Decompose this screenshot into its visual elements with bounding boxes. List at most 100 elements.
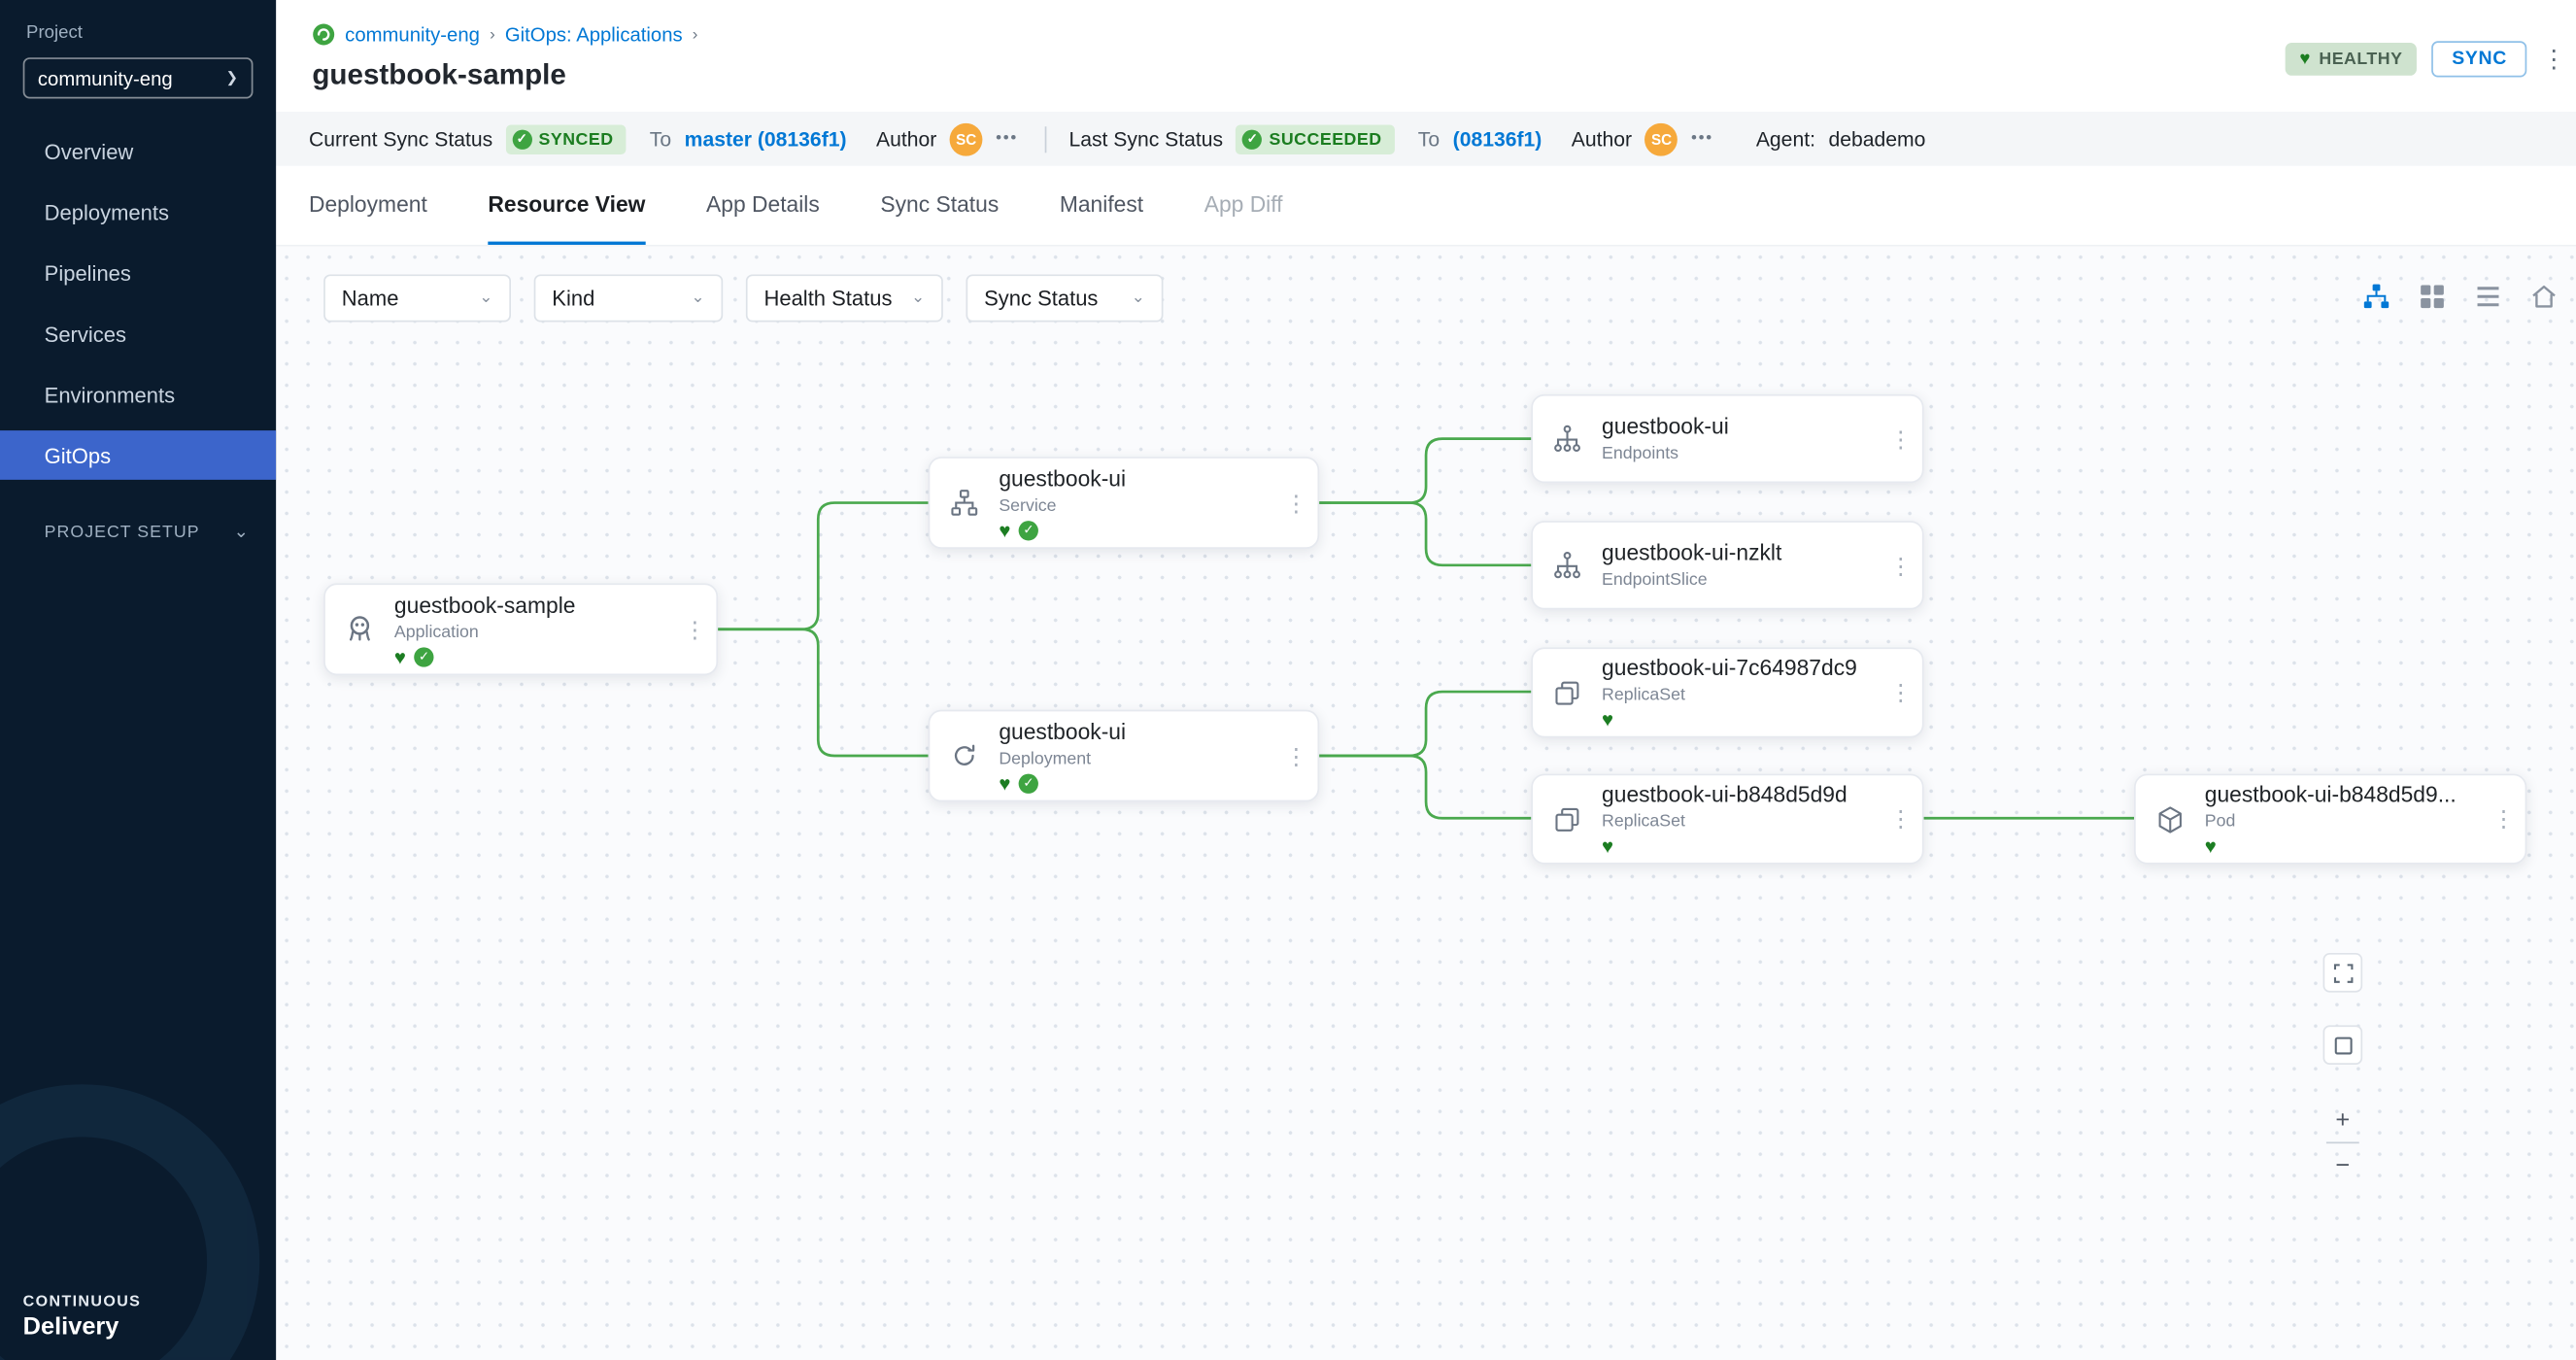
gitops-app-icon [312,23,335,47]
project-selector[interactable]: community-eng ❯ [23,57,254,98]
filter-health-status-dropdown[interactable]: Health Status ⌄ [746,274,943,322]
more-authors-dots[interactable]: ••• [1691,130,1713,149]
tab-resource-view[interactable]: Resource View [488,166,645,245]
filter-sync-status-dropdown[interactable]: Sync Status ⌄ [966,274,1164,322]
pod-icon [2136,804,2205,833]
health-status-label: HEALTHY [2319,50,2402,69]
resource-name: guestbook-ui-7c64987dc9 [1602,656,1880,680]
resource-kind: ReplicaSet [1602,812,1880,832]
tree-view-icon[interactable] [2362,283,2390,311]
synced-check-icon: ✓ [1019,773,1038,793]
check-circle-icon: ✓ [1242,129,1262,149]
list-view-icon[interactable] [2474,283,2502,311]
brand-line-2: Delivery [23,1312,142,1341]
filter-label: Kind [552,286,594,310]
agent-label: Agent: [1756,127,1815,151]
replicaset-icon [1533,678,1602,707]
chevron-down-icon: ⌄ [479,289,492,308]
project-setup-label: PROJECT SETUP [45,522,200,541]
author-avatar[interactable]: SC [950,122,983,155]
resource-node-service[interactable]: guestbook-ui Service ♥ ✓ ⋮ [929,457,1320,549]
check-circle-icon: ✓ [512,129,531,149]
node-kebab-icon[interactable]: ⋮ [1880,551,1922,579]
graph-edge [718,629,928,756]
node-kebab-icon[interactable]: ⋮ [1880,805,1922,833]
resource-name: guestbook-ui-b848d5d9d [1602,782,1880,806]
node-kebab-icon[interactable]: ⋮ [1274,742,1317,770]
sidebar-item-deployments[interactable]: Deployments [0,183,276,244]
page-header: community-eng › GitOps: Applications › g… [276,0,2576,112]
sidebar-nav: Overview Deployments Pipelines Services … [0,121,276,480]
divider [2326,1141,2359,1143]
synced-badge: ✓ SYNCED [506,124,627,153]
heart-icon: ♥ [2299,50,2311,69]
home-view-icon[interactable] [2530,283,2559,311]
healthy-heart-icon: ♥ [999,520,1010,539]
deployment-icon [930,741,999,770]
author-avatar[interactable]: SC [1645,122,1678,155]
resource-tree-canvas[interactable]: Name ⌄ Kind ⌄ Health Status ⌄ Sync Statu… [276,247,2576,1360]
chevron-down-icon: ⌄ [911,289,925,308]
resource-node-endpointslice[interactable]: guestbook-ui-nzklt EndpointSlice ⋮ [1531,521,1923,609]
resource-node-endpoints[interactable]: guestbook-ui Endpoints ⋮ [1531,394,1923,483]
view-mode-switcher [2362,283,2576,311]
resource-node-replicaset-2[interactable]: guestbook-ui-b848d5d9d ReplicaSet ♥ ⋮ [1531,774,1923,865]
resource-node-application[interactable]: guestbook-sample Application ♥ ✓ ⋮ [323,583,718,675]
tab-bar: Deployment Resource View App Details Syn… [276,166,2576,247]
node-kebab-icon[interactable]: ⋮ [1880,679,1922,707]
filter-kind-dropdown[interactable]: Kind ⌄ [534,274,724,322]
current-revision-link[interactable]: master (08136f1) [685,127,847,151]
header-actions: ♥ HEALTHY SYNC ⋮ [2285,41,2566,77]
last-sync-status-label: Last Sync Status [1068,127,1223,151]
node-kebab-icon[interactable]: ⋮ [673,615,716,643]
sidebar-item-environments[interactable]: Environments [0,364,276,425]
resource-node-replicaset-1[interactable]: guestbook-ui-7c64987dc9 ReplicaSet ♥ ⋮ [1531,647,1923,737]
project-setup-toggle[interactable]: PROJECT SETUP ⌄ [0,521,250,542]
healthy-heart-icon: ♥ [1602,836,1613,856]
zoom-in-button[interactable]: + [2323,1101,2363,1139]
fullscreen-button[interactable] [2323,953,2363,993]
page-title: guestbook-sample [312,57,566,92]
node-kebab-icon[interactable]: ⋮ [1274,489,1317,517]
sidebar-item-services[interactable]: Services [0,304,276,365]
tab-manifest[interactable]: Manifest [1060,166,1143,245]
divider [1044,125,1046,152]
endpoints-icon [1533,424,1602,453]
square-icon [2330,1033,2355,1057]
sidebar-item-overview[interactable]: Overview [0,121,276,183]
canvas-controls: + − [2323,953,2363,1184]
sync-button[interactable]: SYNC [2432,41,2526,77]
tab-deployment[interactable]: Deployment [309,166,427,245]
more-authors-dots[interactable]: ••• [996,130,1018,149]
breadcrumb-project-link[interactable]: community-eng [345,23,480,47]
project-selector-value: community-eng [38,66,173,89]
author-label: Author [1572,127,1632,151]
resource-node-deployment[interactable]: guestbook-ui Deployment ♥ ✓ ⋮ [929,710,1320,802]
graph-edge [1319,756,1531,818]
node-kebab-icon[interactable]: ⋮ [2483,805,2525,833]
expand-icon [2330,961,2355,985]
fit-view-button[interactable] [2323,1025,2363,1065]
breadcrumb-applications-link[interactable]: GitOps: Applications [505,23,683,47]
brand-line-1: CONTINUOUS [23,1293,142,1311]
grid-view-icon[interactable] [2419,283,2447,311]
filter-name-dropdown[interactable]: Name ⌄ [323,274,511,322]
resource-node-pod[interactable]: guestbook-ui-b848d5d9... Pod ♥ ⋮ [2134,774,2526,865]
module-brand: CONTINUOUS Delivery [23,1293,142,1341]
resource-name: guestbook-ui [1602,414,1880,438]
filter-bar: Name ⌄ Kind ⌄ Health Status ⌄ Sync Statu… [323,274,1163,322]
sidebar-item-gitops[interactable]: GitOps [0,430,276,480]
last-revision-link[interactable]: (08136f1) [1453,127,1542,151]
synced-badge-label: SYNCED [539,129,614,149]
node-kebab-icon[interactable]: ⋮ [1880,425,1922,453]
succeeded-badge-label: SUCCEEDED [1269,129,1381,149]
tab-sync-status[interactable]: Sync Status [880,166,999,245]
zoom-out-button[interactable]: − [2323,1147,2363,1185]
zoom-controls: + − [2323,1101,2363,1184]
tab-app-details[interactable]: App Details [706,166,820,245]
more-options-kebab-icon[interactable]: ⋮ [2541,47,2565,71]
breadcrumb: community-eng › GitOps: Applications › [312,23,697,47]
to-label: To [1418,127,1440,151]
sidebar-item-pipelines[interactable]: Pipelines [0,243,276,304]
filter-label: Health Status [763,286,892,310]
